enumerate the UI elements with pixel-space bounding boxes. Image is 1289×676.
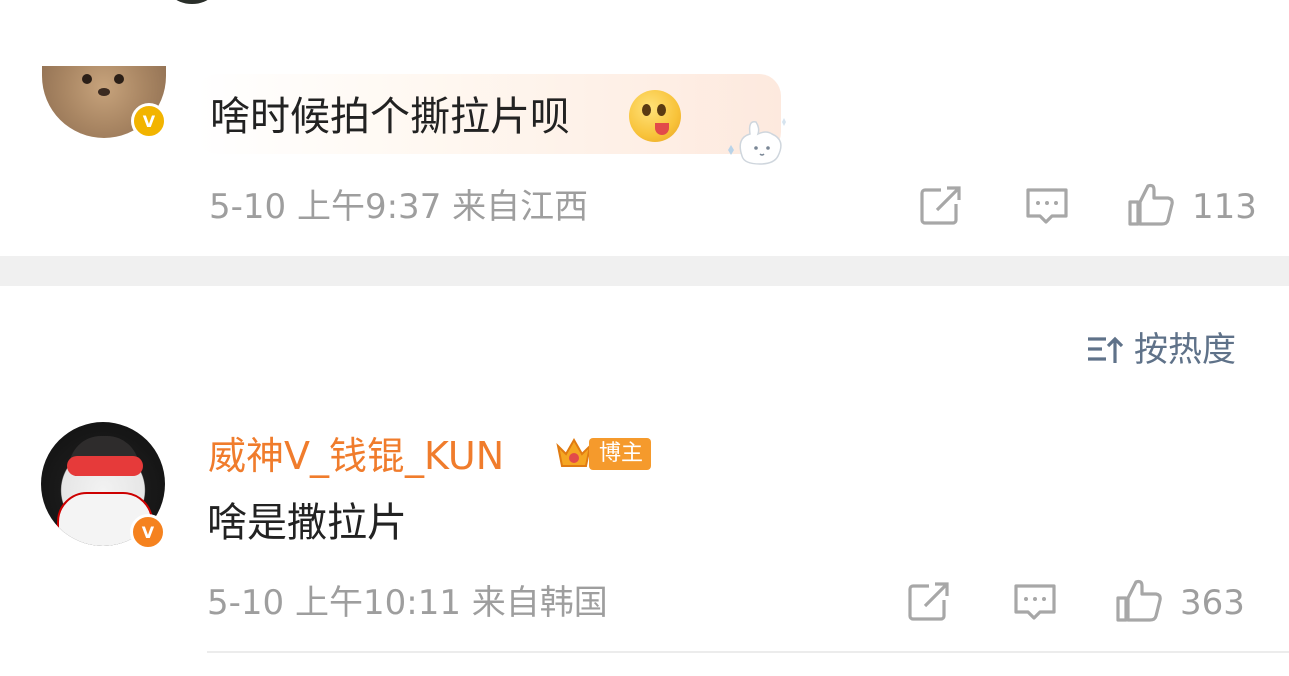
- like-icon[interactable]: [1114, 578, 1164, 624]
- comment-icon[interactable]: [1024, 186, 1070, 226]
- comment-meta: 5-10 上午9:37 来自江西: [209, 190, 588, 224]
- sort-toggle[interactable]: 按热度: [1086, 333, 1236, 367]
- verified-badge-icon: V: [130, 514, 166, 550]
- comment-text: 啥是撒拉片: [207, 500, 407, 546]
- section-divider: [0, 256, 1289, 286]
- verified-badge-icon: V: [131, 103, 167, 139]
- comment-time: 5-10 上午9:37: [209, 187, 442, 227]
- blogger-badge: 博主: [589, 438, 652, 470]
- comment-icon[interactable]: [1012, 582, 1058, 622]
- share-icon[interactable]: [907, 582, 951, 622]
- like-count: 113: [1192, 187, 1257, 227]
- like-icon[interactable]: [1126, 182, 1176, 228]
- like-count: 363: [1180, 583, 1245, 623]
- sort-label: 按热度: [1134, 330, 1236, 370]
- previous-avatar-partial: [160, 0, 224, 4]
- sort-icon: [1088, 336, 1124, 363]
- comment-location: 来自韩国: [471, 583, 608, 623]
- comment-meta: 5-10 上午10:11 来自韩国: [207, 586, 608, 620]
- comment-text: 啥时候拍个撕拉片呗: [210, 94, 570, 140]
- crown-icon: [556, 437, 592, 467]
- comment-location: 来自江西: [452, 187, 589, 227]
- share-icon[interactable]: [919, 186, 963, 226]
- username[interactable]: 威神V_钱锟_KUN: [208, 437, 504, 475]
- row-divider: [207, 651, 1289, 653]
- comment-time: 5-10 上午10:11: [207, 583, 461, 623]
- bunny-sticker-icon: [728, 118, 786, 165]
- emoji-icon: [629, 90, 681, 142]
